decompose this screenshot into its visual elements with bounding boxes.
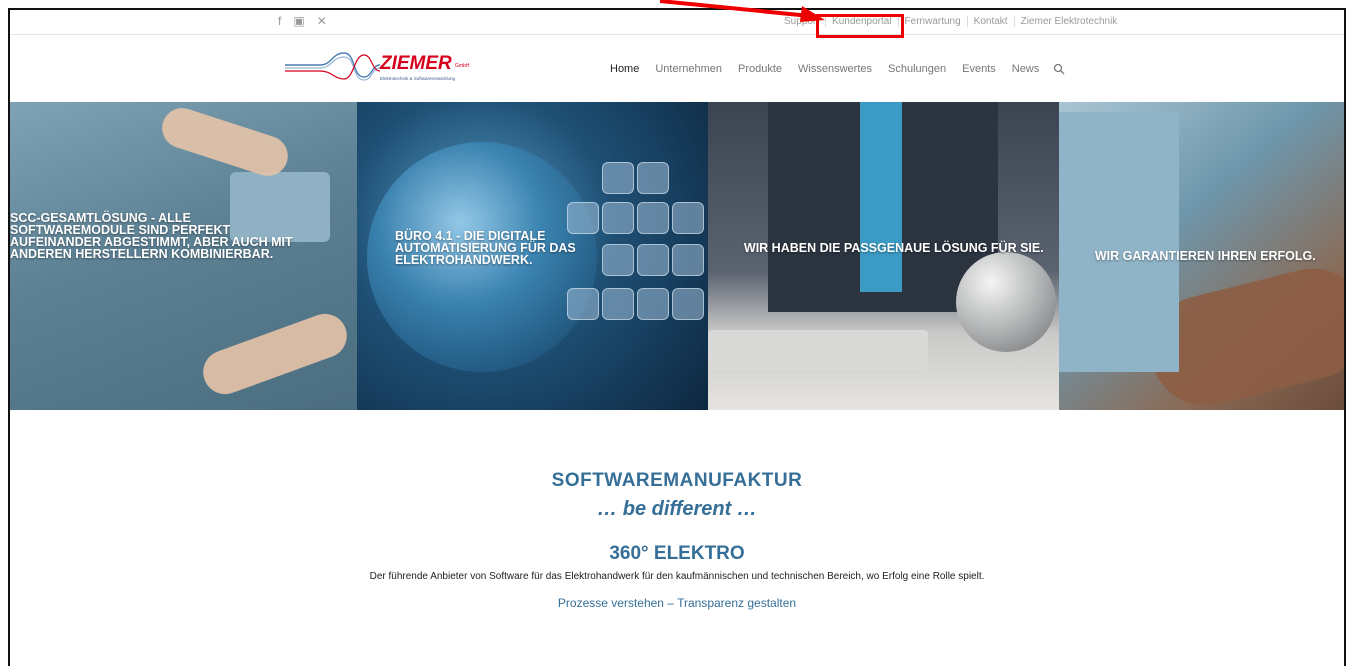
- hero-panel-text: WIR GARANTIEREN IHREN ERFOLG.: [1094, 249, 1316, 263]
- nav-news[interactable]: News: [1004, 35, 1048, 103]
- intro-subheading: 360° ELEKTRO: [609, 543, 745, 564]
- app-icon: [636, 162, 669, 194]
- intro-tagline: … be different …: [597, 498, 757, 520]
- nav-schulungen[interactable]: Schulungen: [880, 35, 954, 103]
- secondary-nav-fernwartung[interactable]: Fernwartung: [899, 16, 967, 27]
- hand-image: [157, 102, 293, 182]
- app-icon: [636, 202, 669, 234]
- app-icon: [601, 162, 634, 194]
- logo-tagline: Elektrotechnik & Softwareentwicklung: [380, 76, 456, 81]
- hero-panel-passgenau[interactable]: WIR HABEN DIE PASSGENAUE LÖSUNG FÜR SIE.: [707, 102, 1059, 410]
- hand-image: [196, 307, 354, 401]
- youtube-icon[interactable]: ▣: [293, 14, 304, 28]
- annotation-arrow-icon: [660, 0, 825, 22]
- nav-events[interactable]: Events: [954, 35, 1004, 103]
- intro-heading: SOFTWAREMANUFAKTUR: [551, 470, 803, 491]
- intro-subline: Prozesse verstehen – Transparenz gestalt…: [557, 596, 797, 610]
- facebook-icon[interactable]: f: [278, 14, 281, 28]
- hero-panel-text: SCC-GESAMTLÖSUNG - ALLE SOFTWAREMODULE S…: [10, 211, 293, 261]
- hero-panel-erfolg[interactable]: WIR GARANTIEREN IHREN ERFOLG.: [1058, 102, 1344, 410]
- sleeve-image: [1058, 112, 1179, 372]
- tie-image: [859, 102, 902, 292]
- hero-panel-buero[interactable]: BÜRO 4.1 - DIE DIGITALE AUTOMATISIERUNG …: [356, 102, 708, 410]
- app-icon: [671, 244, 704, 276]
- app-icon: [566, 288, 599, 320]
- nav-unternehmen[interactable]: Unternehmen: [647, 35, 730, 103]
- nav-home[interactable]: Home: [602, 35, 648, 104]
- app-icon: [671, 288, 704, 320]
- hero-banner: SCC-GESAMTLÖSUNG - ALLE SOFTWAREMODULE S…: [10, 102, 1344, 410]
- hero-panel-scc[interactable]: SCC-GESAMTLÖSUNG - ALLE SOFTWAREMODULE S…: [10, 102, 357, 410]
- app-icon: [636, 244, 669, 276]
- app-icon: [601, 288, 634, 320]
- site-header: ZIEMER GmbH Elektrotechnik & Softwareent…: [10, 35, 1344, 104]
- social-links: f ▣ ✕: [278, 14, 327, 28]
- secondary-nav-ziemer-elektrotechnik[interactable]: Ziemer Elektrotechnik: [1015, 16, 1124, 27]
- site-logo[interactable]: ZIEMER GmbH Elektrotechnik & Softwareent…: [280, 49, 480, 89]
- hero-panel-text: BÜRO 4.1 - DIE DIGITALE AUTOMATISIERUNG …: [394, 229, 576, 267]
- nav-produkte[interactable]: Produkte: [730, 35, 790, 103]
- hero-panel-text: WIR HABEN DIE PASSGENAUE LÖSUNG FÜR SIE.: [743, 241, 1044, 255]
- intro-section: SOFTWAREMANUFAKTUR … be different … 360°…: [10, 470, 1344, 610]
- intro-description: Der führende Anbieter von Software für d…: [369, 571, 985, 582]
- main-nav: Home Unternehmen Produkte Wissenswertes …: [602, 35, 1071, 104]
- logo-text: ZIEMER: [380, 53, 452, 74]
- browser-frame: f ▣ ✕ Support Kundenportal Fernwartung K…: [8, 8, 1346, 666]
- xing-icon[interactable]: ✕: [317, 14, 327, 28]
- secondary-nav-kontakt[interactable]: Kontakt: [968, 16, 1014, 27]
- app-icon: [636, 288, 669, 320]
- search-icon[interactable]: [1047, 35, 1071, 103]
- app-icon: [671, 202, 704, 234]
- nav-wissenswertes[interactable]: Wissenswertes: [790, 35, 880, 103]
- logo-suffix: GmbH: [455, 63, 470, 69]
- globe-puzzle-image: [955, 252, 1056, 352]
- laptop-image: [707, 330, 928, 370]
